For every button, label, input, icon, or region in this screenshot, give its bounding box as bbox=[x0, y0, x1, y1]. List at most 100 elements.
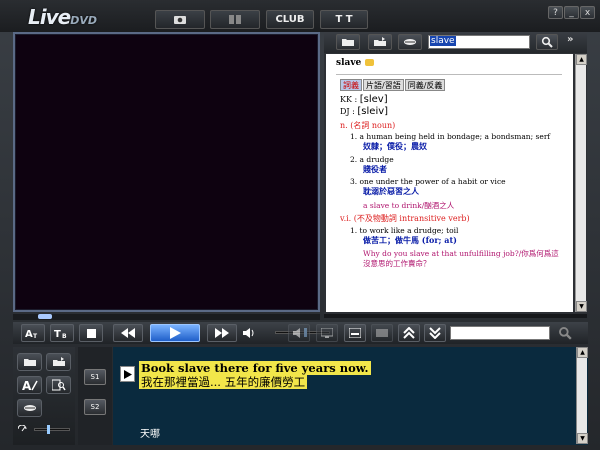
scroll-up-arrow-icon[interactable]: ▲ bbox=[577, 347, 588, 358]
def-zh: 賤役者 bbox=[363, 164, 387, 174]
previous-line-button[interactable] bbox=[398, 324, 420, 342]
logo-sub: DVD bbox=[70, 14, 97, 27]
play-icon bbox=[169, 327, 181, 339]
text-size-label: T T bbox=[335, 14, 353, 25]
seek-bar[interactable] bbox=[13, 314, 320, 320]
pos-verb: v.i. (不及物動詞 intransitive verb) bbox=[340, 214, 470, 223]
subtitle-1-button[interactable]: S1 bbox=[84, 369, 106, 385]
headword: slave bbox=[336, 58, 375, 68]
lookup-button[interactable] bbox=[46, 376, 71, 394]
app-logo: LiveDVD bbox=[28, 5, 97, 29]
subtitle-chinese[interactable]: 我在那裡當過... 五年的廉價勞工 bbox=[139, 375, 308, 389]
dict-search-input[interactable]: slave bbox=[428, 35, 530, 49]
snapshot-button[interactable] bbox=[155, 10, 205, 29]
playback-controls: AT TB bbox=[13, 322, 588, 344]
volume-icon[interactable] bbox=[243, 327, 257, 339]
subtitle-display: Book slave there for five years now. 我在那… bbox=[113, 347, 588, 445]
def-en: one under the power of a habit or vice bbox=[359, 177, 506, 186]
export-folder-button[interactable] bbox=[46, 353, 71, 371]
video-screen[interactable] bbox=[13, 32, 320, 312]
def-num: 1. bbox=[350, 226, 358, 235]
dict-tabs: 詞義 片語/習語 同義/反義 bbox=[340, 79, 446, 91]
magnify-doc-icon bbox=[51, 379, 66, 391]
dict-open-button[interactable] bbox=[336, 34, 360, 50]
close-button[interactable]: x bbox=[580, 6, 595, 19]
speaker-icon[interactable] bbox=[365, 59, 375, 66]
def-num: 3. bbox=[350, 177, 358, 186]
speaker-icon bbox=[293, 328, 305, 338]
dict-save-button[interactable] bbox=[368, 34, 392, 50]
def-num: 1. bbox=[350, 132, 358, 141]
minimize-button[interactable]: _ bbox=[564, 6, 579, 19]
svg-text:A: A bbox=[25, 329, 33, 339]
expand-arrows-icon[interactable]: » bbox=[567, 34, 573, 45]
subtitle-track-panel: S1 S2 bbox=[78, 347, 112, 445]
subtitle-a-button[interactable]: AT bbox=[21, 324, 45, 342]
edit-text-button[interactable]: A bbox=[17, 376, 42, 394]
seek-handle[interactable] bbox=[38, 314, 52, 319]
lips-icon bbox=[403, 38, 417, 46]
dict-bottom-strip bbox=[324, 314, 587, 318]
folder-icon bbox=[23, 357, 37, 367]
subtitle-search-input[interactable] bbox=[450, 326, 550, 340]
subtitle-english[interactable]: Book slave there for five years now. bbox=[139, 361, 371, 375]
play-button[interactable] bbox=[150, 324, 200, 342]
card-icon bbox=[376, 329, 388, 337]
help-button[interactable]: ? bbox=[548, 6, 563, 19]
definition-item: 2. a drudge 賤役者 bbox=[350, 155, 565, 175]
def-zh: 奴隸；僕役；農奴 bbox=[363, 141, 427, 151]
definition-item: 1. a human being held in bondage; a bond… bbox=[350, 132, 565, 152]
tab-synonyms[interactable]: 同義/反義 bbox=[404, 79, 446, 91]
subtitle-search-icon[interactable] bbox=[558, 326, 572, 340]
stop-button[interactable] bbox=[79, 324, 103, 342]
tab-meaning[interactable]: 詞義 bbox=[340, 79, 362, 91]
svg-text:B: B bbox=[62, 333, 67, 339]
dictionary-panel: slave » slave 詞義 片語/習語 同義/反義 KK : [slev]… bbox=[324, 32, 587, 314]
dict-scrollbar[interactable]: ▲ ▼ bbox=[575, 54, 587, 312]
club-button[interactable]: CLUB bbox=[266, 10, 314, 29]
divider bbox=[336, 74, 562, 75]
scroll-down-arrow-icon[interactable]: ▼ bbox=[576, 301, 587, 312]
double-down-icon bbox=[429, 327, 441, 339]
fast-forward-button[interactable] bbox=[207, 324, 237, 342]
monitor-icon bbox=[321, 328, 333, 338]
speed-icon bbox=[18, 425, 32, 433]
book-icon bbox=[228, 14, 242, 25]
open-folder-button[interactable] bbox=[17, 353, 42, 371]
bookmark-button[interactable] bbox=[371, 324, 393, 342]
def-zh: 做苦工；做牛馬 (for; at) bbox=[363, 235, 457, 245]
pos-noun: n. (名詞 noun) bbox=[340, 121, 396, 130]
s2-label: S2 bbox=[90, 403, 100, 411]
speed-slider[interactable] bbox=[34, 425, 70, 434]
dictionary-content: slave 詞義 片語/習語 同義/反義 KK : [slev] DJ : [s… bbox=[326, 54, 573, 312]
logo-main: Live bbox=[28, 5, 71, 29]
example-sentence: a slave to drink/酗酒之人 bbox=[363, 201, 455, 210]
dict-search-button[interactable] bbox=[536, 34, 558, 50]
subtitle-scrollbar[interactable]: ▲ ▼ bbox=[576, 347, 588, 444]
lips-icon bbox=[23, 404, 37, 412]
pen-text-icon: A bbox=[22, 379, 38, 391]
camera-icon bbox=[173, 14, 187, 25]
subtitle-2-button[interactable]: S2 bbox=[84, 399, 106, 415]
definition-item: 3. one under the power of a habit or vic… bbox=[350, 177, 565, 197]
audio-button[interactable] bbox=[288, 324, 310, 342]
next-line-button[interactable] bbox=[424, 324, 446, 342]
book-button[interactable] bbox=[210, 10, 260, 29]
play-icon bbox=[123, 369, 132, 379]
play-line-button[interactable] bbox=[120, 366, 135, 382]
scroll-down-arrow-icon[interactable]: ▼ bbox=[577, 433, 588, 444]
caption-button[interactable] bbox=[344, 324, 366, 342]
tab-phrases[interactable]: 片語/習語 bbox=[363, 79, 404, 91]
rewind-button[interactable] bbox=[113, 324, 143, 342]
scroll-up-arrow-icon[interactable]: ▲ bbox=[576, 54, 587, 65]
pronounce-button[interactable] bbox=[17, 399, 42, 417]
livedvd-window: LiveDVD CLUB T T ? _ x slave » slave 詞義 … bbox=[0, 0, 600, 450]
screen-button[interactable] bbox=[316, 324, 338, 342]
text-size-button[interactable]: T T bbox=[320, 10, 368, 29]
subtitle-b-button[interactable]: TB bbox=[50, 324, 74, 342]
kk-label: KK : bbox=[340, 95, 358, 104]
subtitle-next-line[interactable]: 天哪 bbox=[140, 425, 160, 440]
dict-pronounce-button[interactable] bbox=[398, 34, 422, 50]
s1-label: S1 bbox=[90, 373, 100, 381]
speed-handle[interactable] bbox=[47, 425, 50, 434]
